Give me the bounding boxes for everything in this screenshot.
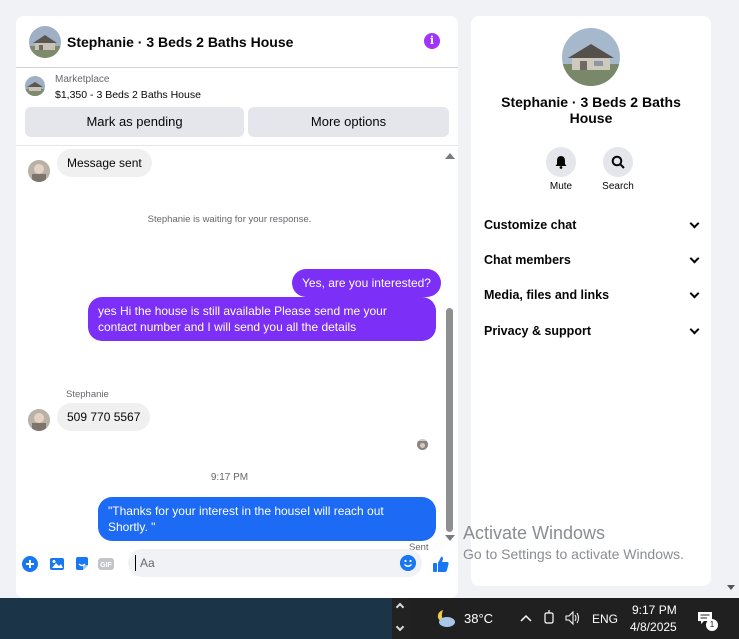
activate-windows-watermark: Activate Windows Go to Settings to activ… xyxy=(463,523,684,562)
speaker-icon[interactable] xyxy=(565,610,581,626)
section-privacy-support[interactable]: Privacy & support xyxy=(484,321,700,341)
activate-subtitle: Go to Settings to activate Windows. xyxy=(463,546,684,562)
system-tray: 38°C ENG 9:17 PM 4/8/2025 1 xyxy=(410,598,739,639)
section-label: Customize chat xyxy=(484,218,577,232)
message-bubble-outgoing[interactable]: yes Hi the house is still available Plea… xyxy=(88,297,436,341)
search-button[interactable] xyxy=(603,147,633,177)
message-bubble-outgoing[interactable]: Yes, are you interested? xyxy=(292,269,441,297)
chat-title[interactable]: Stephanie · 3 Beds 2 Baths House xyxy=(67,34,293,50)
taskbar: 38°C ENG 9:17 PM 4/8/2025 1 xyxy=(0,598,739,639)
page-scroll-down-arrow-icon[interactable] xyxy=(727,585,735,590)
chevron-down-icon xyxy=(689,218,700,229)
composer: GIF Aa xyxy=(16,546,458,598)
taskbar-apps-area xyxy=(0,598,392,639)
stephanie-avatar[interactable] xyxy=(28,160,50,182)
clock-time[interactable]: 9:17 PM xyxy=(632,603,677,617)
listing-source: Marketplace xyxy=(55,74,110,85)
stephanie-avatar[interactable] xyxy=(28,409,50,431)
mute-button[interactable] xyxy=(546,147,576,177)
house-avatar[interactable] xyxy=(29,25,61,58)
conversation-details-panel: Stephanie · 3 Beds 2 Baths House Mute Se… xyxy=(471,16,711,586)
show-hidden-icons-chevron-icon[interactable] xyxy=(520,614,532,622)
gif-label: GIF xyxy=(100,562,112,569)
scroll-thumb[interactable] xyxy=(446,308,453,532)
notification-badge: 1 xyxy=(706,619,718,631)
mark-as-pending-button[interactable]: Mark as pending xyxy=(25,107,244,137)
mute-label: Mute xyxy=(549,181,573,192)
section-label: Chat members xyxy=(484,253,571,267)
message-scrollbar[interactable] xyxy=(443,151,456,541)
section-label: Privacy & support xyxy=(484,324,591,338)
more-options-button[interactable]: More options xyxy=(248,107,449,137)
message-input-placeholder: Aa xyxy=(140,556,155,570)
message-bubble-outgoing[interactable]: "Thanks for your interest in the houseI … xyxy=(98,497,436,541)
chat-header: Stephanie · 3 Beds 2 Baths House i xyxy=(16,16,458,68)
section-media-files-links[interactable]: Media, files and links xyxy=(484,285,700,305)
thumbs-up-icon[interactable] xyxy=(432,555,450,573)
activate-title: Activate Windows xyxy=(463,523,606,543)
details-title: Stephanie · 3 Beds 2 Baths House xyxy=(501,94,681,126)
plus-circle-icon[interactable] xyxy=(22,556,38,572)
chevron-down-icon xyxy=(689,253,700,264)
language-indicator[interactable]: ENG xyxy=(592,612,618,626)
sender-name: Stephanie xyxy=(66,389,109,400)
info-icon[interactable]: i xyxy=(424,33,440,49)
timestamp: 9:17 PM xyxy=(210,472,249,483)
message-bubble-incoming[interactable]: 509 770 5567 xyxy=(57,403,151,431)
text-caret xyxy=(135,555,136,571)
section-chat-members[interactable]: Chat members xyxy=(484,250,700,270)
device-icon[interactable] xyxy=(543,610,555,626)
temperature[interactable]: 38°C xyxy=(464,611,493,626)
emoji-icon[interactable] xyxy=(400,555,416,571)
message-input[interactable]: Aa xyxy=(128,549,422,577)
message-bubble-incoming[interactable]: Message sent xyxy=(57,149,152,177)
chevron-down-icon xyxy=(689,324,700,335)
scroll-down-arrow-icon[interactable] xyxy=(445,535,455,541)
chevron-down-icon[interactable] xyxy=(395,622,405,632)
weather-moon-cloud-icon[interactable] xyxy=(434,608,456,628)
section-customize-chat[interactable]: Customize chat xyxy=(484,215,700,235)
gif-icon[interactable]: GIF xyxy=(98,556,114,572)
sticker-icon[interactable] xyxy=(74,556,90,572)
listing-thumbnail[interactable] xyxy=(25,76,45,96)
house-profile-photo[interactable] xyxy=(562,28,620,86)
seen-avatar xyxy=(417,439,428,450)
chevron-down-icon xyxy=(689,288,700,299)
photo-gallery-icon[interactable] xyxy=(49,556,65,572)
message-list: Message sent Stephanie is waiting for yo… xyxy=(16,147,458,553)
chevron-up-icon[interactable] xyxy=(395,602,405,612)
search-icon xyxy=(611,155,625,169)
listing-price-title[interactable]: $1,350 - 3 Beds 2 Baths House xyxy=(55,89,201,101)
waiting-note: Stephanie is waiting for your response. xyxy=(147,214,312,225)
marketplace-listing: Marketplace $1,350 - 3 Beds 2 Baths Hous… xyxy=(16,68,458,146)
scroll-up-arrow-icon[interactable] xyxy=(445,153,455,159)
bell-icon xyxy=(555,156,567,169)
chat-panel: Stephanie · 3 Beds 2 Baths House i Marke… xyxy=(16,16,458,598)
section-label: Media, files and links xyxy=(484,288,610,302)
taskbar-scroller[interactable] xyxy=(392,598,410,639)
clock-date[interactable]: 4/8/2025 xyxy=(630,620,677,634)
search-label: Search xyxy=(602,181,634,192)
